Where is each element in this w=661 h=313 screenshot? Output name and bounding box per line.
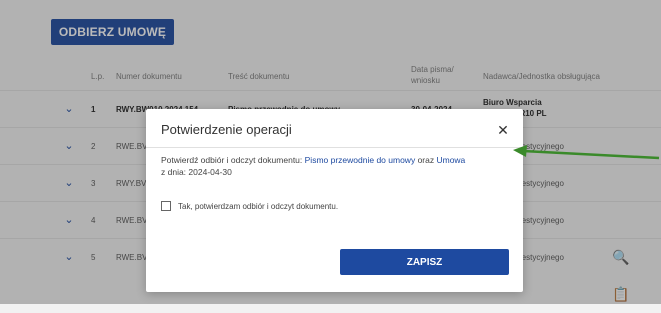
document-link[interactable]: Pismo przewodnie do umowy xyxy=(305,155,416,165)
dialog-title: Potwierdzenie operacji xyxy=(161,122,292,137)
dialog-message: Potwierdź odbiór i odczyt dokumentu: Pis… xyxy=(161,155,466,177)
confirm-checkbox[interactable]: Tak, potwierdzam odbiór i odczyt dokumen… xyxy=(161,201,338,211)
arrow-annotation xyxy=(513,145,660,160)
checkbox-box[interactable] xyxy=(161,201,171,211)
confirmation-dialog: Potwierdzenie operacji ✕ Potwierdź odbió… xyxy=(146,109,523,292)
close-icon[interactable]: ✕ xyxy=(495,122,511,138)
dialog-divider xyxy=(146,147,523,148)
checkbox-label: Tak, potwierdzam odbiór i odczyt dokumen… xyxy=(178,201,339,211)
contract-link[interactable]: Umowa xyxy=(436,155,465,165)
save-button[interactable]: ZAPISZ xyxy=(340,249,509,275)
